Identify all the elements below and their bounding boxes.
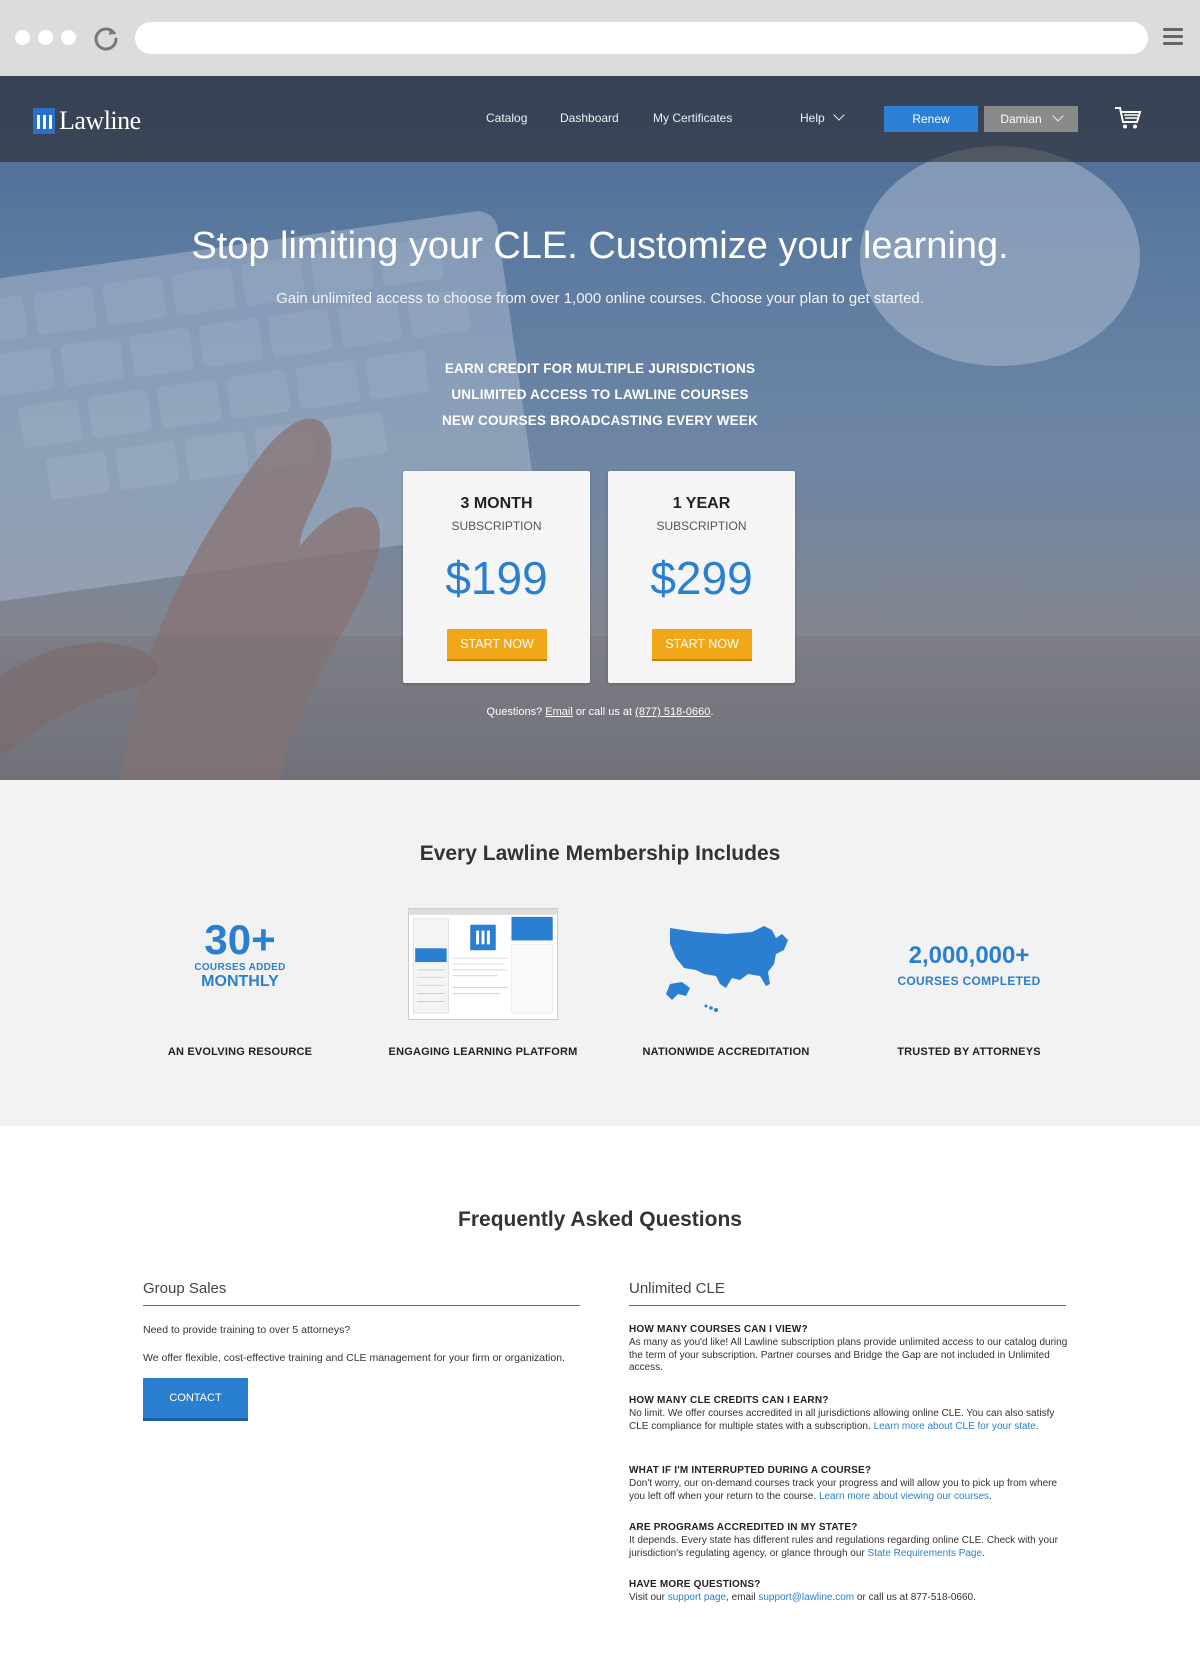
faq-item: WHAT IF I'M INTERRUPTED DURING A COURSE?… <box>629 1465 1069 1503</box>
faq-answer-tail: . <box>1035 1420 1039 1432</box>
hero-benefits-list: EARN CREDIT FOR MULTIPLE JURISDICTIONS U… <box>0 356 1200 434</box>
plan-type: SUBSCRIPTION <box>451 519 542 533</box>
faq-answer-tail: or call us at 877-518-0660. <box>856 1592 976 1603</box>
faq-answer-tail: . <box>989 1490 992 1502</box>
user-menu-button[interactable]: Damian <box>984 106 1078 132</box>
browser-menu-icon[interactable] <box>1163 28 1183 48</box>
reload-icon[interactable] <box>92 24 120 52</box>
hero-section: Lawline Catalog Dashboard My Certificate… <box>0 76 1200 780</box>
faq-question: HAVE MORE QUESTIONS? <box>629 1579 761 1590</box>
feature-label: TRUSTED BY ATTORNEYS <box>897 1046 1041 1058</box>
support-page-link[interactable]: support page <box>668 1592 726 1603</box>
contact-button[interactable]: CONTACT <box>143 1378 248 1421</box>
faq-answer: No limit. We offer courses accredited in… <box>629 1408 1069 1433</box>
faq-item: ARE PROGRAMS ACCREDITED IN MY STATE? It … <box>629 1522 1069 1560</box>
hero-title: Stop limiting your CLE. Customize your l… <box>191 225 1009 267</box>
feature-nationwide-accreditation <box>606 908 846 1019</box>
benefit-item: UNLIMITED ACCESS TO LAWLINE COURSES <box>451 387 749 402</box>
hero-subtitle: Gain unlimited access to choose from ove… <box>276 290 924 307</box>
feature-label: NATIONWIDE ACCREDITATION <box>642 1046 810 1058</box>
faq-question: HOW MANY COURSES CAN I VIEW? <box>629 1324 808 1335</box>
logo-text: Lawline <box>59 106 141 135</box>
usa-map-icon <box>666 926 788 1012</box>
divider <box>629 1305 1066 1306</box>
faq-answer-text: Visit our <box>629 1592 665 1603</box>
group-sales-line-1: Need to provide training to over 5 attor… <box>143 1324 351 1336</box>
faq-question: ARE PROGRAMS ACCREDITED IN MY STATE? <box>629 1522 858 1533</box>
chevron-down-icon <box>833 109 845 121</box>
faq-answer-tail: . <box>982 1547 985 1559</box>
faq-answer-text: It depends. Every state has different ru… <box>629 1535 1058 1559</box>
address-bar[interactable] <box>135 22 1148 54</box>
top-navigation: Lawline Catalog Dashboard My Certificate… <box>0 76 1200 162</box>
start-now-button[interactable]: START NOW <box>447 629 547 661</box>
benefit-item: NEW COURSES BROADCASTING EVERY WEEK <box>441 413 759 428</box>
start-now-button[interactable]: START NOW <box>652 629 752 661</box>
nav-help-label: Help <box>800 111 825 125</box>
faq-answer: Don't worry, our on-demand courses track… <box>629 1478 1069 1503</box>
questions-mid: or call us at <box>575 706 633 718</box>
questions-prefix: Questions? <box>486 706 543 718</box>
stat-30-plus: 30+ <box>204 916 276 963</box>
membership-section: Every Lawline Membership Includes 30+ CO… <box>0 780 1200 1126</box>
window-dot-maximize[interactable] <box>61 30 76 45</box>
benefit-item: EARN CREDIT FOR MULTIPLE JURISDICTIONS <box>444 361 756 376</box>
email-link[interactable]: Email <box>545 706 573 718</box>
phone-link[interactable]: (877) 518-0660 <box>635 706 710 718</box>
feature-trusted-by-attorneys: 2,000,000+ COURSES COMPLETED <box>849 908 1089 988</box>
plan-type: SUBSCRIPTION <box>656 519 747 533</box>
plan-price: $199 <box>445 552 548 604</box>
window-dot-close[interactable] <box>15 30 30 45</box>
nav-dashboard[interactable]: Dashboard <box>560 111 619 125</box>
contact-line: Questions? Email or call us at (877) 518… <box>0 706 1200 718</box>
user-name: Damian <box>1000 112 1042 126</box>
platform-screenshot-image <box>408 908 558 1020</box>
feature-evolving-resource: 30+ COURSES ADDED MONTHLY <box>120 908 360 991</box>
nav-catalog[interactable]: Catalog <box>486 111 527 125</box>
group-sales-heading: Group Sales <box>143 1280 227 1297</box>
unlimited-cle-heading: Unlimited CLE <box>629 1280 725 1297</box>
questions-suffix: . <box>710 706 714 718</box>
faq-question: HOW MANY CLE CREDITS CAN I EARN? <box>629 1395 829 1406</box>
chevron-down-icon <box>1052 110 1064 122</box>
faq-title: Frequently Asked Questions <box>458 1208 742 1231</box>
faq-answer-mid: , email <box>726 1592 756 1603</box>
feature-learning-platform <box>363 908 603 1025</box>
logo-columns-icon <box>33 108 55 134</box>
stat-2-million-label: COURSES COMPLETED <box>897 974 1041 988</box>
cle-state-link[interactable]: Learn more about CLE for your state <box>874 1421 1036 1432</box>
plan-card-1-year: 1 YEAR SUBSCRIPTION $299 START NOW <box>608 471 795 683</box>
renew-button[interactable]: Renew <box>884 106 978 132</box>
membership-title: Every Lawline Membership Includes <box>419 842 781 865</box>
plan-name: 1 YEAR <box>672 495 731 512</box>
faq-answer: As many as you'd like! All Lawline subsc… <box>629 1337 1069 1375</box>
browser-chrome <box>0 0 1200 76</box>
faq-answer-text: As many as you'd like! All Lawline subsc… <box>629 1337 1068 1373</box>
faq-answer: It depends. Every state has different ru… <box>629 1535 1069 1560</box>
plan-price: $299 <box>650 552 753 604</box>
faq-item: HAVE MORE QUESTIONS? Visit our support p… <box>629 1579 1069 1605</box>
stat-30-label: COURSES ADDED <box>194 962 286 973</box>
plan-card-3-month: 3 MONTH SUBSCRIPTION $199 START NOW <box>403 471 590 683</box>
window-controls <box>15 30 76 45</box>
faq-item: HOW MANY CLE CREDITS CAN I EARN? No limi… <box>629 1395 1069 1433</box>
stat-30-monthly: MONTHLY <box>201 973 279 990</box>
nav-my-certificates[interactable]: My Certificates <box>653 111 732 125</box>
cart-icon[interactable] <box>1114 106 1142 130</box>
divider <box>143 1305 580 1306</box>
faq-question: WHAT IF I'M INTERRUPTED DURING A COURSE? <box>629 1465 872 1476</box>
window-dot-minimize[interactable] <box>38 30 53 45</box>
plan-name: 3 MONTH <box>460 495 533 512</box>
feature-label: ENGAGING LEARNING PLATFORM <box>388 1046 578 1058</box>
support-email-link[interactable]: support@lawline.com <box>758 1592 854 1603</box>
state-requirements-link[interactable]: State Requirements Page <box>868 1548 983 1559</box>
lawline-logo[interactable]: Lawline <box>33 106 141 136</box>
stat-2-million: 2,000,000+ <box>908 942 1030 969</box>
viewing-courses-link[interactable]: Learn more about viewing our courses <box>819 1491 989 1502</box>
faq-answer: Visit our support page, email support@la… <box>629 1592 1069 1605</box>
feature-label: AN EVOLVING RESOURCE <box>167 1046 313 1058</box>
nav-help[interactable]: Help <box>800 109 845 125</box>
faq-item: HOW MANY COURSES CAN I VIEW? As many as … <box>629 1324 1069 1375</box>
group-sales-line-2: We offer flexible, cost-effective traini… <box>143 1352 565 1364</box>
